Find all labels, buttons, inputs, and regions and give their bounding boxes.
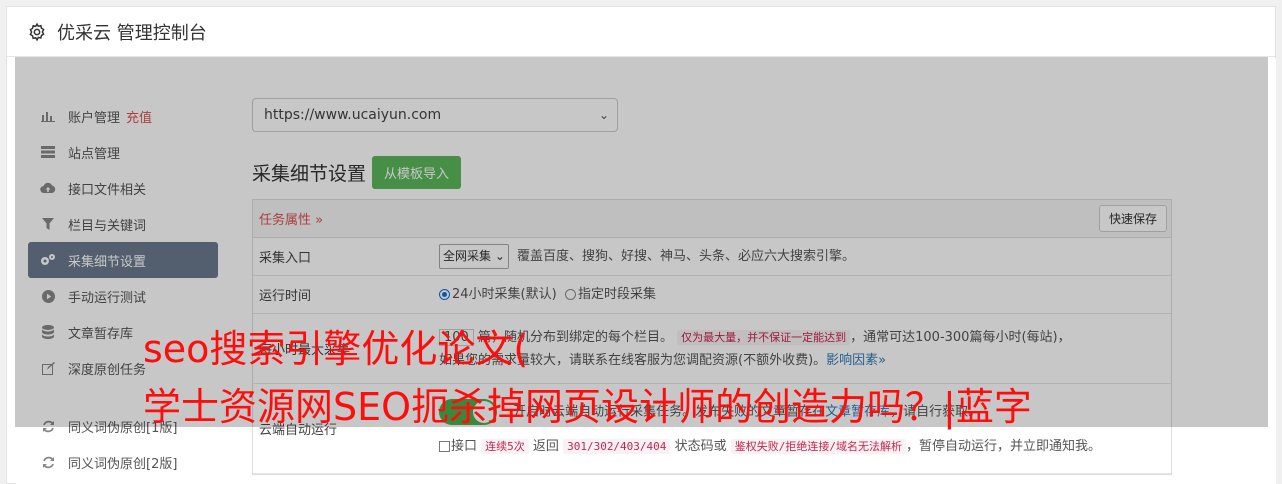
- quick-save-button[interactable]: 快速保存: [1098, 205, 1167, 232]
- time-label: 运行时间: [259, 289, 312, 304]
- sidebar-item-label: 深度原创任务: [68, 362, 147, 378]
- app-window: 优采云 管理控制台 账户管理 充值 站点管理 接口文件相关 栏目与关键词 采集细…: [0, 0, 1282, 484]
- iface-code-2: 301/302/403/404: [563, 439, 671, 454]
- sidebar-item-label: 栏目与关键词: [68, 218, 147, 234]
- site-select[interactable]: https://www.ucaiyun.com ⌄: [252, 98, 618, 132]
- play-circle-icon: [40, 288, 56, 304]
- refresh-icon: [40, 454, 56, 470]
- entry-select-value: 全网采集: [443, 249, 492, 263]
- entry-select[interactable]: 全网采集 ⌄: [439, 244, 509, 269]
- entry-row: 采集入口 全网采集 ⌄ 覆盖百度、搜狗、好搜、神马、头条、必应六大搜索引擎。: [253, 238, 1171, 276]
- iface-code-3: 鉴权失败/拒绝连接/域名无法解析: [730, 439, 906, 454]
- sidebar-item-collect-settings[interactable]: 采集细节设置: [28, 242, 218, 278]
- time-value: 24小时采集(默认) 指定时段采集: [439, 277, 1171, 312]
- sidebar-item-sites[interactable]: 站点管理: [28, 134, 218, 170]
- server-icon: [40, 144, 56, 160]
- entry-desc: 覆盖百度、搜狗、好搜、神马、头条、必应六大搜索引擎。: [517, 249, 856, 264]
- iface-a: 接口: [451, 439, 478, 454]
- sidebar-item-label: 文章暂存库: [68, 326, 134, 342]
- sidebar-item-account[interactable]: 账户管理 充值: [28, 98, 218, 134]
- radio-scheduled-label: 指定时段采集: [577, 287, 656, 302]
- iface-c: 状态码或: [674, 439, 727, 454]
- max-desc-c: ，通常可达100-300篇每小时(每站)，: [850, 329, 1071, 345]
- radio-scheduled[interactable]: [564, 289, 576, 300]
- entry-label: 采集入口: [259, 251, 312, 266]
- iface-b: 返回: [532, 439, 559, 454]
- bar-chart-icon: [40, 108, 56, 124]
- overlay-headline-2: 学士资源网SEO扼杀掉网页设计师的创造力吗？|蓝字: [143, 385, 1032, 429]
- sidebar-item-columns[interactable]: 栏目与关键词: [28, 206, 218, 242]
- panel-title[interactable]: 任务属性 »: [259, 209, 323, 228]
- chevron-down-icon: ⌄: [598, 108, 609, 122]
- max-warning: 仅为最大量，并不保证一定能达到: [677, 329, 851, 345]
- sidebar-item-synonym-v2[interactable]: 同义词伪原创[2版]: [28, 444, 218, 480]
- entry-value: 全网采集 ⌄ 覆盖百度、搜狗、好搜、神马、头条、必应六大搜索引擎。: [439, 238, 1171, 275]
- max-value: 100 篇，随机分布到绑定的每个栏目。 仅为最大量，并不保证一定能达到 ，通常可达…: [439, 320, 1171, 378]
- site-select-value: https://www.ucaiyun.com: [264, 107, 442, 123]
- radio-24h[interactable]: [439, 289, 450, 300]
- sidebar-item-label: 站点管理: [68, 146, 121, 162]
- filter-icon: [40, 216, 56, 232]
- sidebar-item-interface[interactable]: 接口文件相关: [28, 170, 218, 206]
- gear-icon: [29, 22, 45, 41]
- double-chevron-down-icon: »: [315, 213, 324, 228]
- database-icon: [40, 324, 56, 340]
- section-title: 采集细节设置: [252, 163, 367, 185]
- time-row: 运行时间 24小时采集(默认) 指定时段采集: [253, 276, 1171, 314]
- recharge-link[interactable]: 充值: [126, 107, 152, 126]
- sidebar-item-label: 接口文件相关: [68, 182, 147, 198]
- iface-code-1: 连续5次: [481, 439, 529, 454]
- chevron-down-icon: ⌄: [494, 249, 505, 263]
- sidebar-item-label: 采集细节设置: [68, 254, 147, 270]
- cloud-upload-icon: [40, 180, 56, 196]
- sidebar-item-label: 手动运行测试: [68, 290, 147, 306]
- radio-24h-label: 24小时采集(默认): [452, 287, 557, 302]
- edit-icon: [40, 360, 56, 376]
- page-title: 优采云 管理控制台: [57, 22, 207, 44]
- pause-on-error-checkbox[interactable]: [439, 441, 450, 452]
- iface-d: ，暂停自动运行，并立即通知我。: [905, 439, 1101, 454]
- panel-header: 任务属性 » 快速保存: [253, 200, 1171, 238]
- sidebar-item-manual-run[interactable]: 手动运行测试: [28, 278, 218, 314]
- sidebar-item-label: 账户管理: [68, 110, 121, 126]
- cogs-icon: [40, 252, 56, 268]
- refresh-icon: [40, 418, 56, 434]
- top-bar: 优采云 管理控制台: [7, 7, 1275, 57]
- panel-title-text: 任务属性: [259, 213, 312, 228]
- section-header: 采集细节设置 从模板导入: [252, 156, 1172, 189]
- double-chevron-down-icon: »: [878, 352, 887, 368]
- sidebar-item-label: 同义词伪原创[2版]: [68, 456, 178, 472]
- factors-link[interactable]: 影响因素: [826, 353, 878, 368]
- import-template-button[interactable]: 从模板导入: [372, 156, 462, 189]
- overlay-headline-1: seo搜索引擎优化论文(: [143, 327, 529, 371]
